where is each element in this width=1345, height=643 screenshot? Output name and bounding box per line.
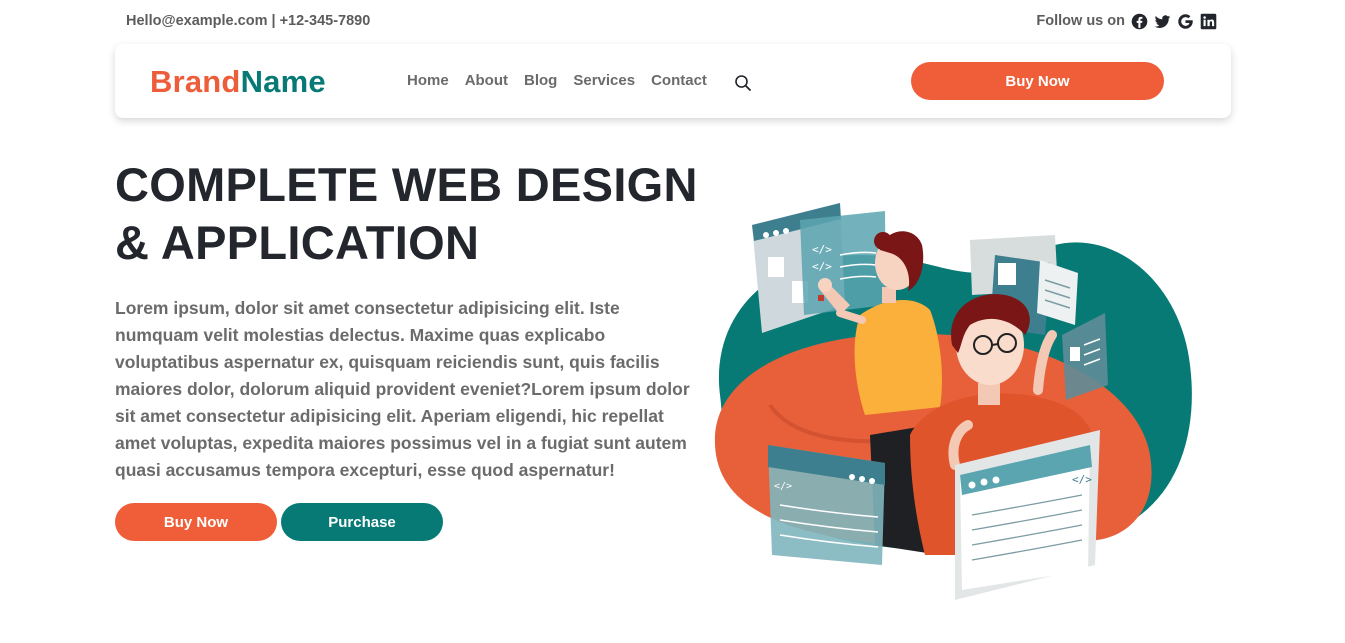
follow-label: Follow us on [1036,13,1125,29]
svg-text:</>: </> [774,481,792,492]
hero-title-line-2: & APPLICATION [115,216,480,269]
brand-part-1: Brand [150,64,241,99]
hero-title-line-1: COMPLETE WEB DESIGN [115,158,698,211]
header-buy-button[interactable]: Buy Now [911,62,1164,100]
contact-info: Hello@example.com | +12-345-7890 [126,13,371,29]
top-bar: Hello@example.com | +12-345-7890 Follow … [126,10,1217,32]
hero-title: COMPLETE WEB DESIGN & APPLICATION [115,156,715,272]
hero-description: Lorem ipsum, dolor sit amet consectetur … [115,298,690,480]
nav-home[interactable]: Home [407,72,449,89]
svg-text:</>: </> [812,260,832,273]
svg-text:</>: </> [1072,473,1092,486]
brand-part-2: Name [240,64,326,99]
nav-services[interactable]: Services [573,72,635,89]
nav-blog[interactable]: Blog [524,72,557,89]
nav-about[interactable]: About [465,72,508,89]
main-nav: Home About Blog Services Contact [407,72,707,89]
linkedin-icon[interactable] [1200,13,1217,30]
navbar: BrandName Home About Blog Services Conta… [115,44,1231,118]
search-icon[interactable] [733,73,753,93]
code-panel-front-left: </> [768,445,885,565]
nav-contact[interactable]: Contact [651,72,707,89]
brand-logo[interactable]: BrandName [150,64,326,100]
hero-buy-button[interactable]: Buy Now [115,503,277,541]
svg-text:</>: </> [812,243,832,256]
twitter-icon[interactable] [1154,13,1171,30]
google-icon[interactable] [1177,13,1194,30]
social-follow: Follow us on [1036,13,1217,30]
purchase-button[interactable]: Purchase [281,503,443,541]
hero-illustration: </> </> </> </> [700,195,1200,615]
facebook-icon[interactable] [1131,13,1148,30]
